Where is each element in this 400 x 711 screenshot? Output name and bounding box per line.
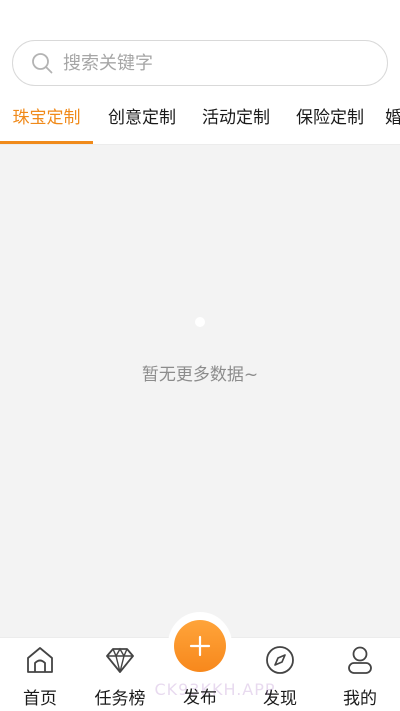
nav-mine-label: 我的 <box>343 689 377 709</box>
category-tabs: 珠宝定制 创意定制 活动定制 保险定制 婚 <box>0 95 400 145</box>
plus-icon <box>189 635 211 657</box>
tab-event[interactable]: 活动定制 <box>189 95 283 144</box>
search-bar[interactable] <box>12 40 388 86</box>
search-input[interactable] <box>63 52 343 74</box>
content-area[interactable]: 暂无更多数据~ <box>0 145 400 637</box>
nav-task-rank[interactable]: 任务榜 <box>80 638 160 711</box>
tab-creative[interactable]: 创意定制 <box>95 95 189 144</box>
compass-icon <box>266 646 294 674</box>
nav-discover-label: 发现 <box>263 689 297 709</box>
search-icon <box>32 53 53 74</box>
tab-insurance[interactable]: 保险定制 <box>283 95 377 144</box>
empty-state-message: 暂无更多数据~ <box>141 365 259 385</box>
publish-button[interactable] <box>174 620 226 672</box>
tab-jewelry[interactable]: 珠宝定制 <box>0 95 93 144</box>
tab-wedding[interactable]: 婚 <box>385 95 400 144</box>
nav-mine[interactable]: 我的 <box>320 638 400 711</box>
home-icon <box>27 647 53 673</box>
publish-label[interactable]: 发布 <box>160 683 240 708</box>
nav-task-rank-label: 任务榜 <box>94 689 146 709</box>
nav-discover[interactable]: 发现 <box>240 638 320 711</box>
loading-dot <box>195 317 205 327</box>
nav-home[interactable]: 首页 <box>0 638 80 711</box>
nav-home-label: 首页 <box>23 689 57 709</box>
user-icon <box>348 646 372 674</box>
active-tab-indicator <box>0 141 93 144</box>
diamond-icon <box>106 647 134 673</box>
